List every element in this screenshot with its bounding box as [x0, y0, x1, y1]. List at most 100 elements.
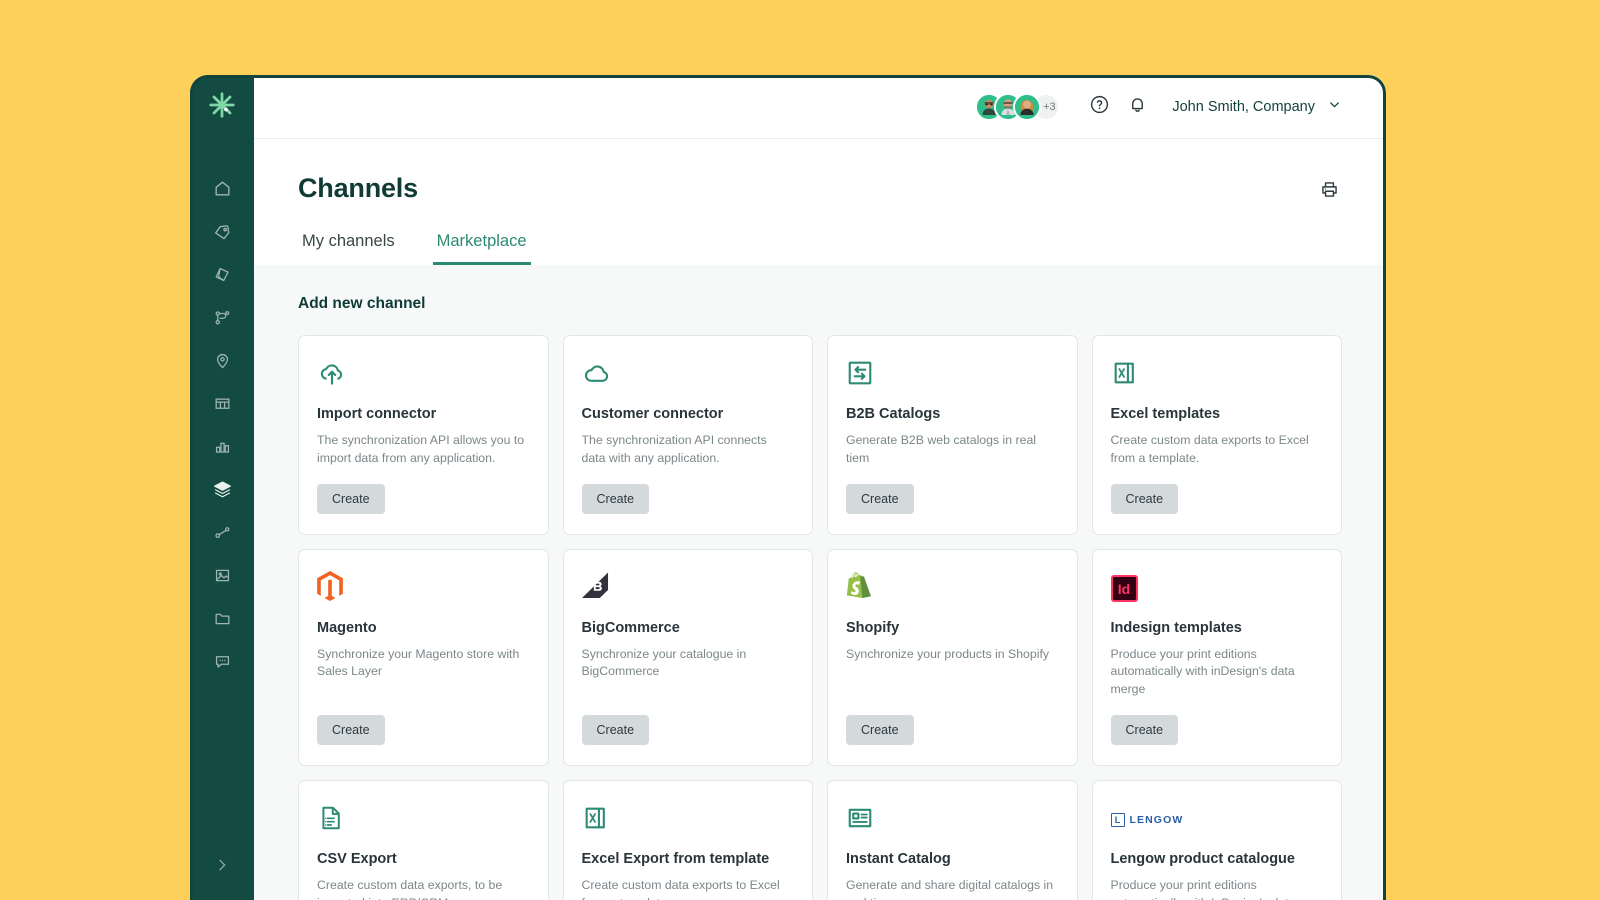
card-icon [846, 571, 1059, 606]
create-button[interactable]: Create [581, 715, 650, 746]
card-icon [846, 358, 1059, 392]
section-title: Add new channel [298, 295, 426, 312]
card-title: BigCommerce [581, 619, 680, 636]
tabs: My channels Marketplace [298, 232, 1342, 265]
branch-icon [213, 308, 232, 327]
sidebar-item-messages[interactable] [190, 640, 254, 683]
card-title: Excel Export from template [581, 851, 770, 868]
excel-file-icon [1111, 359, 1139, 392]
card-icon [317, 571, 530, 606]
create-button[interactable]: Create [581, 483, 650, 514]
chat-icon [213, 652, 232, 671]
card-description: The synchronization API allows you to im… [317, 433, 525, 465]
card-icon [582, 803, 795, 837]
content-area: Add new channel Import connector The syn… [254, 265, 1386, 900]
avatar[interactable] [1013, 92, 1042, 121]
card-description: Create custom data exports to Excel from… [1110, 433, 1309, 465]
tab-marketplace[interactable]: Marketplace [432, 232, 531, 265]
card-title: Indesign templates [1110, 619, 1242, 636]
app-window: +3 John Smith, Company Channels My chann… [190, 75, 1386, 900]
lengow-wordmark: LENGOW [1129, 814, 1184, 827]
card-icon [582, 358, 795, 392]
card-description: Synchronize your catalogue in BigCommerc… [581, 646, 747, 679]
card-title: Instant Catalog [846, 851, 951, 868]
card-title: Customer connector [581, 406, 724, 422]
create-button[interactable]: Create [1110, 715, 1179, 746]
card-title: Shopify [846, 619, 900, 636]
sidebar-item-tags[interactable] [190, 210, 254, 253]
sidebar [190, 75, 254, 900]
card-title: Lengow product catalogue [1110, 851, 1295, 868]
sidebar-item-analytics[interactable] [190, 425, 254, 468]
channel-card[interactable]: BigCommerce Synchronize your catalogue i… [562, 548, 813, 767]
sidebar-item-files[interactable] [190, 597, 254, 640]
sidebar-item-media[interactable] [190, 554, 254, 597]
indesign-logo-icon: Id [1110, 575, 1138, 603]
help-button[interactable] [1082, 90, 1116, 124]
sidebar-item-tables[interactable] [190, 382, 254, 425]
create-button[interactable]: Create [846, 483, 914, 514]
sidebar-item-connections[interactable] [190, 511, 254, 554]
app-logo[interactable] [190, 75, 254, 139]
card-title: B2B Catalogs [846, 406, 941, 422]
chevron-right-icon [214, 857, 230, 878]
notifications-button[interactable] [1120, 90, 1154, 124]
create-button[interactable]: Create [1110, 483, 1179, 514]
home-icon [213, 179, 232, 198]
sidebar-item-catalogs[interactable] [190, 253, 254, 296]
bar-chart-icon [213, 437, 232, 456]
card-title: Import connector [317, 406, 437, 422]
card-description: Generate B2B web catalogs in real tiem [846, 433, 1037, 465]
channel-card-grid: Import connector The synchronization API… [298, 335, 1342, 900]
card-description: Synchronize your products in Shopify [846, 646, 1050, 661]
books-icon [213, 265, 232, 284]
lengow-logo-icon: L LENGOW [1110, 813, 1184, 828]
channel-card[interactable]: Shopify Synchronize your products in Sho… [827, 548, 1078, 767]
printer-icon [1319, 179, 1340, 205]
image-icon [213, 566, 232, 585]
tab-my-channels[interactable]: My channels [298, 232, 399, 265]
bell-icon [1127, 94, 1148, 120]
card-title: Magento [317, 619, 377, 636]
sidebar-item-channels[interactable] [190, 468, 254, 511]
create-button[interactable]: Create [317, 483, 385, 514]
channel-card[interactable]: B2B Catalogs Generate B2B web catalogs i… [827, 335, 1078, 535]
channel-card[interactable]: Instant Catalog Generate and share digit… [827, 780, 1078, 900]
channel-card[interactable]: L LENGOW Lengow product catalogue Produc… [1091, 780, 1342, 900]
chevron-down-icon [1327, 97, 1342, 117]
channel-card[interactable]: Id Indesign templates Produce your print… [1091, 548, 1342, 767]
sidebar-expand-button[interactable] [190, 857, 254, 878]
channel-card[interactable]: Excel Export from template Create custom… [562, 780, 813, 900]
print-button[interactable] [1316, 179, 1342, 205]
channel-card[interactable]: CSV Export Create custom data exports, t… [298, 780, 549, 900]
sidebar-nav-list [190, 167, 254, 683]
card-description: Create custom data exports, to be import… [317, 878, 503, 900]
user-menu-label: John Smith, Company [1172, 98, 1315, 115]
card-icon [1111, 358, 1324, 392]
card-description: Generate and share digital catalogs in r… [846, 878, 1054, 900]
magento-logo-icon [317, 571, 343, 606]
sidebar-item-home[interactable] [190, 167, 254, 210]
card-icon [846, 803, 1059, 837]
card-title: CSV Export [317, 851, 397, 868]
card-description: Synchronize your Magento store with Sale… [317, 646, 520, 679]
table-icon [213, 394, 232, 413]
layers-icon [212, 479, 233, 500]
sidebar-item-locations[interactable] [190, 339, 254, 382]
sidebar-item-workflows[interactable] [190, 296, 254, 339]
card-icon [317, 803, 530, 837]
channel-card[interactable]: Magento Synchronize your Magento store w… [298, 548, 549, 767]
question-circle-icon [1089, 94, 1110, 120]
channel-card[interactable]: Excel templates Create custom data expor… [1091, 335, 1342, 535]
card-description: Create custom data exports to Excel from… [581, 878, 780, 900]
channel-card[interactable]: Import connector The synchronization API… [298, 335, 549, 535]
lengow-mark: L [1110, 813, 1125, 828]
nodes-icon [213, 523, 232, 542]
bigcommerce-logo-icon [581, 572, 609, 605]
create-button[interactable]: Create [846, 715, 914, 746]
page-header: Channels My channels Marketplace [254, 139, 1386, 265]
create-button[interactable]: Create [317, 715, 385, 746]
channel-card[interactable]: Customer connector The synchronization A… [562, 335, 813, 535]
avatar-group[interactable]: +3 [975, 92, 1061, 121]
user-menu[interactable]: John Smith, Company [1172, 97, 1342, 117]
